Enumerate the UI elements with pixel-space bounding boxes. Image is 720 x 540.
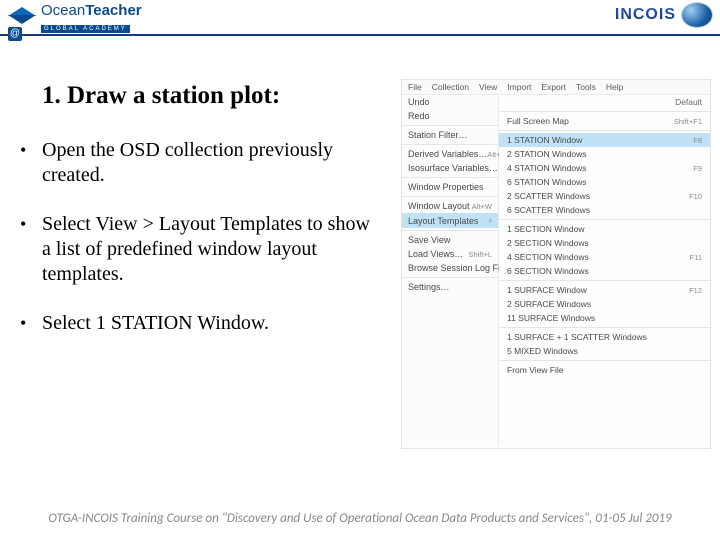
menu-item[interactable]: Layout Templates (402, 213, 498, 228)
menu-separator (402, 177, 498, 178)
menu-view[interactable]: View (479, 82, 497, 92)
topbar: @ OceanTeacher GLOBAL ACADEMY INCOIS (0, 0, 720, 36)
menu-separator (402, 230, 498, 231)
bullet-icon: • (20, 212, 26, 287)
menu-item[interactable]: 4 SECTION WindowsF11 (499, 250, 710, 264)
bullet-text-3: Select 1 STATION Window. (42, 311, 382, 336)
list-item: • Open the OSD collection previously cre… (20, 138, 382, 188)
menu-item[interactable]: Isosurface Variables… (402, 161, 498, 175)
globe-icon (682, 3, 712, 27)
menu-item[interactable]: 4 STATION WindowsF9 (499, 161, 710, 175)
menu-file[interactable]: File (408, 82, 422, 92)
menu-help[interactable]: Help (606, 82, 623, 92)
menu-item[interactable]: Derived Variables…Alt+D (402, 147, 498, 161)
logo-text-ocean: Ocean (41, 2, 85, 19)
menu-item[interactable]: 1 SECTION Window (499, 222, 710, 236)
menu-item-default[interactable]: Default (499, 95, 710, 109)
logo-text-teacher: Teacher (85, 2, 141, 19)
menu-item[interactable]: 11 SURFACE Windows (499, 311, 710, 325)
menu-item[interactable]: Load Views…Shift+L (402, 247, 498, 261)
graduation-cap-icon: @ (8, 5, 36, 33)
menu-item[interactable]: 5 MIXED Windows (499, 344, 710, 358)
bullet-icon: • (20, 311, 26, 336)
incois-logo: INCOIS (615, 3, 712, 27)
menu-item[interactable]: Full Screen MapShift+F1 (499, 114, 710, 128)
menu-item[interactable]: 2 STATION Windows (499, 147, 710, 161)
oceanteacher-logo: @ OceanTeacher GLOBAL ACADEMY (8, 3, 142, 34)
menu-item[interactable]: 1 STATION WindowF8 (499, 133, 710, 147)
menu-separator (402, 144, 498, 145)
oceanteacher-wordmark: OceanTeacher GLOBAL ACADEMY (41, 3, 142, 34)
menu-item[interactable]: Window Properties (402, 180, 498, 194)
footer-text: OTGA-INCOIS Training Course on "Discover… (0, 511, 720, 526)
logo-subtext: GLOBAL ACADEMY (41, 25, 130, 33)
menu-separator (402, 125, 498, 126)
menu-item[interactable]: Window LayoutAlt+W (402, 199, 498, 213)
menu-item[interactable]: 1 SURFACE WindowF12 (499, 283, 710, 297)
menu-separator (499, 327, 710, 328)
layout-templates-submenu: Default Full Screen MapShift+F1 1 STATION … (499, 95, 710, 447)
menu-item[interactable]: 2 SECTION Windows (499, 236, 710, 250)
menu-separator (402, 277, 498, 278)
bullet-text-1: Open the OSD collection previously creat… (42, 138, 382, 188)
view-dropdown: UndoRedo Station Filter… Derived Variables… (402, 95, 499, 447)
menu-separator (499, 130, 710, 131)
menu-item[interactable]: From View File (499, 363, 710, 377)
menu-item[interactable]: 2 SURFACE Windows (499, 297, 710, 311)
menu-collection[interactable]: Collection (432, 82, 469, 92)
menu-import[interactable]: Import (507, 82, 531, 92)
list-item: • Select View > Layout Templates to show… (20, 212, 382, 287)
menu-separator (499, 280, 710, 281)
menu-item[interactable]: Browse Session Log File (402, 261, 498, 275)
page-title: 1. Draw a station plot: (42, 82, 280, 110)
menu-item[interactable]: 2 SCATTER WindowsF10 (499, 189, 710, 203)
menu-separator (402, 196, 498, 197)
slide: @ OceanTeacher GLOBAL ACADEMY INCOIS 1. … (0, 0, 720, 540)
menu-item[interactable]: 6 STATION Windows (499, 175, 710, 189)
menu-separator (499, 219, 710, 220)
menu-item[interactable]: Station Filter… (402, 128, 498, 142)
bullet-text-2: Select View > Layout Templates to show a… (42, 212, 382, 287)
list-item: • Select 1 STATION Window. (20, 311, 382, 336)
menu-separator (499, 111, 710, 112)
menu-item[interactable]: 1 SURFACE + 1 SCATTER Windows (499, 330, 710, 344)
menu-item[interactable]: Redo (402, 109, 498, 123)
menu-item[interactable]: 6 SCATTER Windows (499, 203, 710, 217)
menu-tools[interactable]: Tools (576, 82, 596, 92)
menu-item[interactable]: Settings… (402, 280, 498, 294)
menu-separator (499, 360, 710, 361)
bullet-icon: • (20, 138, 26, 188)
menu-item[interactable]: 6 SECTION Windows (499, 264, 710, 278)
menu-item[interactable]: Undo (402, 95, 498, 109)
menu-export[interactable]: Export (541, 82, 566, 92)
app-window: File Collection View Import Export Tools… (402, 80, 710, 448)
menubar: File Collection View Import Export Tools… (402, 80, 710, 95)
menu-item[interactable]: Save View (402, 233, 498, 247)
bullet-list: • Open the OSD collection previously cre… (20, 138, 382, 360)
incois-wordmark: INCOIS (615, 6, 676, 24)
at-icon: @ (8, 27, 22, 41)
